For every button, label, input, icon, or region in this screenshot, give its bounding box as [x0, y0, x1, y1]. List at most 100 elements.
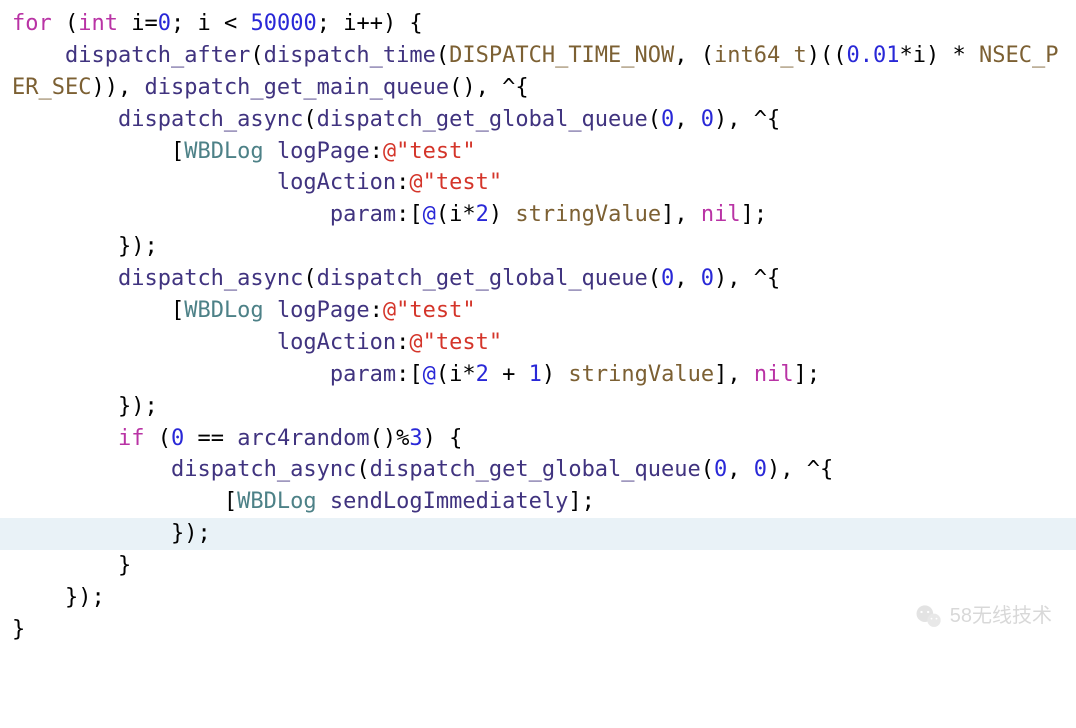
code-line: } [12, 617, 25, 642]
code-line: param:[@(i*2) stringValue], nil]; [12, 202, 767, 227]
token-plain [264, 298, 277, 323]
code-line: logAction:@"test" [12, 330, 502, 355]
token-plain: , ( [674, 43, 714, 68]
token-plain: == [184, 426, 237, 451]
token-plain: ; i++) { [317, 11, 423, 36]
token-plain: ) [489, 202, 516, 227]
token-num: @ [423, 202, 436, 227]
token-plain: ( [303, 107, 316, 132]
token-nil: nil [754, 362, 794, 387]
token-str: @"test" [409, 330, 502, 355]
token-str: @"test" [409, 170, 502, 195]
token-fn: dispatch_time [264, 43, 436, 68]
token-plain: } [118, 553, 131, 578]
code-line: [WBDLog logPage:@"test" [12, 139, 476, 164]
token-num: 2 [476, 362, 489, 387]
code-line: [WBDLog sendLogImmediately]; [12, 489, 595, 514]
token-plain: , [727, 457, 754, 482]
token-num: 0 [661, 266, 674, 291]
token-plain: (), ^{ [449, 75, 528, 100]
code-line: dispatch_async(dispatch_get_global_queue… [12, 107, 780, 132]
code-line: [WBDLog logPage:@"test" [12, 298, 476, 323]
token-fn: param [330, 362, 396, 387]
token-plain: )(( [807, 43, 847, 68]
token-type: int64_t [714, 43, 807, 68]
watermark-text: 58无线技术 [950, 602, 1052, 631]
token-cls: WBDLog [184, 298, 263, 323]
token-fn: logAction [277, 170, 396, 195]
token-num: 2 [476, 202, 489, 227]
token-plain: }); [118, 394, 158, 419]
token-cls: WBDLog [184, 139, 263, 164]
token-num: 0 [171, 426, 184, 451]
token-fn: logPage [277, 139, 370, 164]
token-type: stringValue [568, 362, 714, 387]
token-plain: :[ [396, 202, 423, 227]
code-line: }); [0, 518, 1076, 550]
token-plain: + [489, 362, 529, 387]
token-plain: ; i < [171, 11, 250, 36]
token-fn: logPage [277, 298, 370, 323]
token-plain: ], [714, 362, 754, 387]
token-plain: }); [118, 234, 158, 259]
token-plain: ( [144, 426, 171, 451]
token-plain [264, 139, 277, 164]
token-plain: ), ^{ [714, 266, 780, 291]
token-fn: dispatch_get_global_queue [317, 266, 648, 291]
code-line: if (0 == arc4random()%3) { [12, 426, 462, 451]
token-fn: dispatch_async [118, 107, 303, 132]
token-fn: dispatch_get_global_queue [317, 107, 648, 132]
token-plain: }); [171, 521, 211, 546]
token-num: 0 [714, 457, 727, 482]
token-plain: ( [356, 457, 369, 482]
token-plain: ( [303, 266, 316, 291]
token-kw: if [118, 426, 145, 451]
token-fn: dispatch_async [118, 266, 303, 291]
token-plain: *i) * [899, 43, 978, 68]
token-nil: nil [701, 202, 741, 227]
token-plain: ( [436, 43, 449, 68]
token-fn: dispatch_after [65, 43, 250, 68]
token-plain: ]; [568, 489, 595, 514]
token-num: 0 [701, 107, 714, 132]
token-kw: for [12, 11, 52, 36]
token-num: 0 [158, 11, 171, 36]
token-plain: (i* [436, 362, 476, 387]
token-plain: : [370, 298, 383, 323]
token-plain: ( [648, 266, 661, 291]
wechat-icon [914, 602, 944, 632]
token-plain: (i* [436, 202, 476, 227]
token-num: 0 [754, 457, 767, 482]
token-plain: ( [701, 457, 714, 482]
token-plain: :[ [396, 362, 423, 387]
token-fn: sendLogImmediately [330, 489, 568, 514]
code-line: dispatch_async(dispatch_get_global_queue… [12, 457, 833, 482]
token-num: 1 [529, 362, 542, 387]
token-plain: ], [661, 202, 701, 227]
code-line: }); [12, 234, 158, 259]
token-plain: : [396, 170, 409, 195]
token-num: 50000 [250, 11, 316, 36]
token-fn: arc4random [237, 426, 369, 451]
code-line: param:[@(i*2 + 1) stringValue], nil]; [12, 362, 820, 387]
token-plain: ( [250, 43, 263, 68]
code-line: }); [12, 585, 105, 610]
token-num: 0.01 [847, 43, 900, 68]
token-plain: } [12, 617, 25, 642]
code-line: dispatch_async(dispatch_get_global_queue… [12, 266, 780, 291]
token-plain: i= [118, 11, 158, 36]
token-plain: [ [224, 489, 237, 514]
token-num: @ [423, 362, 436, 387]
token-type: stringValue [515, 202, 661, 227]
token-plain: ]; [794, 362, 821, 387]
watermark: 58无线技术 [914, 602, 1052, 632]
code-line: }); [12, 394, 158, 419]
token-plain: ( [648, 107, 661, 132]
token-str: @"test" [383, 139, 476, 164]
code-block: for (int i=0; i < 50000; i++) { dispatch… [12, 8, 1064, 646]
token-plain: ) [542, 362, 569, 387]
token-plain: [ [171, 298, 184, 323]
token-kw: int [78, 11, 118, 36]
token-plain [317, 489, 330, 514]
code-line: dispatch_after(dispatch_time(DISPATCH_TI… [12, 43, 1058, 100]
